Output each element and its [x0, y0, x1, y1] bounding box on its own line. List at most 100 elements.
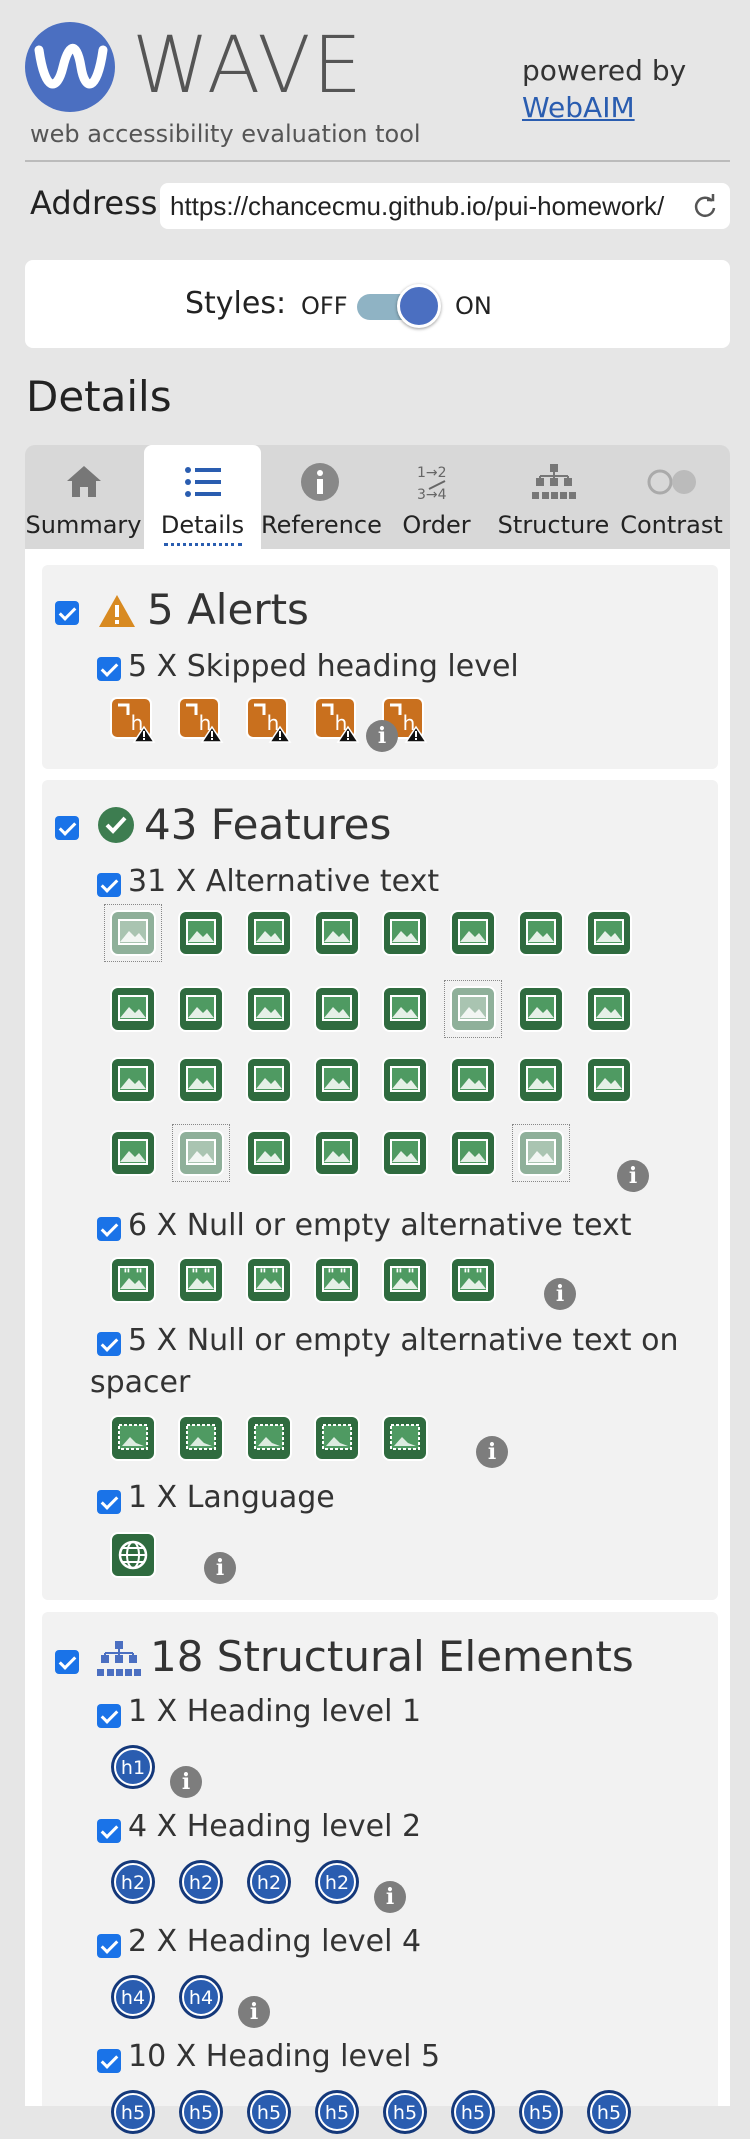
- heading-h5-icon[interactable]: h5: [586, 2089, 632, 2135]
- alt-text-icon[interactable]: [382, 910, 428, 956]
- info-icon[interactable]: i: [544, 1278, 576, 1310]
- alt-text-icon[interactable]: [178, 910, 224, 956]
- alt-text-icon[interactable]: [246, 1130, 292, 1176]
- info-icon[interactable]: i: [204, 1552, 236, 1584]
- alt-text-icon[interactable]: [246, 1057, 292, 1103]
- heading-h2-icon[interactable]: h2: [178, 1859, 224, 1905]
- address-value[interactable]: https://chancecmu.github.io/pui-homework…: [170, 191, 690, 222]
- skipped-heading-icon[interactable]: h: [110, 697, 156, 743]
- info-icon[interactable]: i: [476, 1436, 508, 1468]
- alt-text-icon[interactable]: [178, 1057, 224, 1103]
- info-icon[interactable]: i: [366, 720, 398, 752]
- webaim-link[interactable]: WebAIM: [522, 91, 635, 124]
- heading-h4-icon[interactable]: h4: [178, 1974, 224, 2020]
- alt-text-icon[interactable]: [314, 1057, 360, 1103]
- tab-structure[interactable]: Structure: [495, 445, 612, 549]
- tab-contrast[interactable]: Contrast: [613, 445, 730, 549]
- alt-text-checkbox[interactable]: [97, 873, 121, 897]
- alt-text-icon[interactable]: [586, 1057, 632, 1103]
- heading-h2-icon[interactable]: h2: [110, 1859, 156, 1905]
- alt-text-icon[interactable]: [178, 986, 224, 1032]
- null-alt-icon[interactable]: " ": [314, 1257, 360, 1303]
- tab-order[interactable]: 1→2 3→4 Order: [378, 445, 495, 549]
- null-alt-icon[interactable]: " ": [382, 1257, 428, 1303]
- alt-text-icon[interactable]: [450, 1130, 496, 1176]
- h5-checkbox[interactable]: [97, 2049, 121, 2073]
- alerts-checkbox[interactable]: [55, 601, 79, 625]
- tab-label: Summary: [25, 511, 142, 539]
- skipped-heading-icon[interactable]: h: [246, 697, 292, 743]
- alt-text-icon[interactable]: [104, 904, 162, 962]
- null-alt-checkbox[interactable]: [97, 1217, 121, 1241]
- refresh-icon[interactable]: [692, 193, 718, 223]
- address-input[interactable]: https://chancecmu.github.io/pui-homework…: [160, 183, 730, 229]
- spacer-alt-checkbox[interactable]: [97, 1332, 121, 1356]
- heading-h5-icon[interactable]: h5: [178, 2089, 224, 2135]
- alt-text-icon[interactable]: [246, 910, 292, 956]
- alerts-title: 5 Alerts: [147, 585, 309, 634]
- spacer-alt-icon[interactable]: [314, 1415, 360, 1461]
- skipped-heading-checkbox[interactable]: [97, 657, 121, 681]
- null-alt-icon[interactable]: " ": [110, 1257, 156, 1303]
- heading-h5-icon[interactable]: h5: [518, 2089, 564, 2135]
- alt-text-icon[interactable]: [172, 1124, 230, 1182]
- language-checkbox[interactable]: [97, 1490, 121, 1514]
- alt-text-icon[interactable]: [586, 986, 632, 1032]
- info-icon[interactable]: i: [374, 1881, 406, 1913]
- alt-text-icon[interactable]: [110, 1057, 156, 1103]
- alt-text-icon[interactable]: [314, 986, 360, 1032]
- h4-checkbox[interactable]: [97, 1934, 121, 1958]
- styles-toggle-knob[interactable]: [397, 284, 441, 328]
- language-icon[interactable]: [110, 1532, 156, 1578]
- svg-text:h2: h2: [121, 1872, 145, 1894]
- heading-h1-icon[interactable]: h1: [110, 1744, 156, 1790]
- null-alt-icon[interactable]: " ": [178, 1257, 224, 1303]
- alt-text-icon[interactable]: [110, 986, 156, 1032]
- null-alt-icon[interactable]: " ": [246, 1257, 292, 1303]
- features-panel: 43 Features 31 X Alternative text i 6 X …: [42, 780, 718, 1600]
- alt-text-icon[interactable]: [382, 1057, 428, 1103]
- alt-text-icon[interactable]: [518, 1057, 564, 1103]
- tab-reference[interactable]: Reference: [261, 445, 382, 549]
- tab-summary[interactable]: Summary: [25, 445, 142, 549]
- alt-text-icon[interactable]: [512, 1124, 570, 1182]
- h2-checkbox[interactable]: [97, 1819, 121, 1843]
- alt-text-icon[interactable]: [518, 910, 564, 956]
- skipped-heading-icon[interactable]: h: [178, 697, 224, 743]
- home-icon: [25, 459, 142, 505]
- spacer-alt-icon[interactable]: [178, 1415, 224, 1461]
- alt-text-icon[interactable]: [246, 986, 292, 1032]
- alt-text-icon[interactable]: [586, 910, 632, 956]
- structure-checkbox[interactable]: [55, 1650, 79, 1674]
- heading-h5-icon[interactable]: h5: [450, 2089, 496, 2135]
- alt-text-icon[interactable]: [450, 1057, 496, 1103]
- heading-h5-icon[interactable]: h5: [382, 2089, 428, 2135]
- alt-text-icon[interactable]: [518, 986, 564, 1032]
- spacer-alt-icon[interactable]: [110, 1415, 156, 1461]
- svg-text:h5: h5: [529, 2102, 553, 2124]
- null-alt-title: 6 X Null or empty alternative text: [128, 1208, 632, 1243]
- heading-h4-icon[interactable]: h4: [110, 1974, 156, 2020]
- heading-h5-icon[interactable]: h5: [110, 2089, 156, 2135]
- alt-text-icon[interactable]: [382, 986, 428, 1032]
- null-alt-icon[interactable]: " ": [450, 1257, 496, 1303]
- alt-text-icon[interactable]: [450, 910, 496, 956]
- alt-text-icon[interactable]: [382, 1130, 428, 1176]
- heading-h5-icon[interactable]: h5: [246, 2089, 292, 2135]
- alt-text-icon[interactable]: [314, 1130, 360, 1176]
- alt-text-icon[interactable]: [110, 1130, 156, 1176]
- heading-h2-icon[interactable]: h2: [314, 1859, 360, 1905]
- alt-text-icon[interactable]: [444, 980, 502, 1038]
- alt-text-icon[interactable]: [314, 910, 360, 956]
- spacer-alt-icon[interactable]: [382, 1415, 428, 1461]
- info-icon[interactable]: i: [238, 1996, 270, 2028]
- spacer-alt-icon[interactable]: [246, 1415, 292, 1461]
- heading-h5-icon[interactable]: h5: [314, 2089, 360, 2135]
- features-checkbox[interactable]: [55, 816, 79, 840]
- info-icon[interactable]: i: [170, 1766, 202, 1798]
- h1-checkbox[interactable]: [97, 1704, 121, 1728]
- skipped-heading-icon[interactable]: h: [314, 697, 360, 743]
- tab-details[interactable]: Details: [144, 445, 261, 549]
- heading-h2-icon[interactable]: h2: [246, 1859, 292, 1905]
- info-icon[interactable]: i: [617, 1160, 649, 1192]
